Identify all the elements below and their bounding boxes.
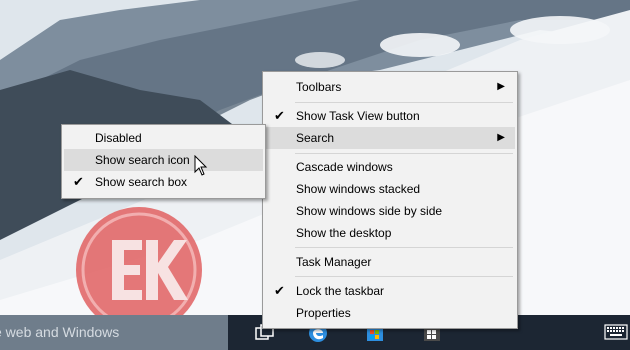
menu-item-label: Search (296, 131, 335, 145)
menu-item-search[interactable]: Search ▶ (265, 127, 515, 149)
keyboard-icon[interactable] (604, 323, 628, 341)
checkmark-icon: ✔ (73, 174, 84, 189)
menu-item-label: Show Task View button (296, 109, 420, 123)
menu-item-label: Cascade windows (296, 160, 393, 174)
submenu-arrow-icon: ▶ (497, 132, 505, 143)
menu-separator (295, 247, 513, 248)
menu-item-lock-the-taskbar[interactable]: ✔ Lock the taskbar (265, 280, 515, 302)
submenu-item-show-search-box[interactable]: ✔ Show search box (64, 171, 263, 193)
menu-item-label: Show windows stacked (296, 182, 421, 196)
submenu-arrow-icon: ▶ (497, 81, 505, 92)
checkmark-icon: ✔ (274, 108, 285, 123)
menu-item-label: Show the desktop (296, 226, 392, 240)
menu-item-label: Lock the taskbar (296, 284, 385, 298)
checkmark-icon: ✔ (274, 283, 285, 298)
taskbar-context-menu: Toolbars ▶ ✔ Show Task View button Searc… (262, 71, 518, 329)
menu-item-show-the-desktop[interactable]: Show the desktop (265, 222, 515, 244)
menu-item-show-task-view-button[interactable]: ✔ Show Task View button (265, 105, 515, 127)
menu-item-label: Show search box (95, 175, 188, 189)
menu-separator (295, 276, 513, 277)
taskbar-search-box[interactable]: e web and Windows (0, 315, 228, 350)
menu-item-show-windows-side-by-side[interactable]: Show windows side by side (265, 200, 515, 222)
menu-item-label: Toolbars (296, 80, 342, 94)
menu-item-label: Properties (296, 306, 351, 320)
menu-item-toolbars[interactable]: Toolbars ▶ (265, 76, 515, 98)
menu-item-label: Disabled (95, 131, 142, 145)
search-submenu: Disabled Show search icon ✔ Show search … (61, 124, 266, 199)
menu-item-properties[interactable]: Properties (265, 302, 515, 324)
menu-item-label: Task Manager (296, 255, 372, 269)
menu-item-task-manager[interactable]: Task Manager (265, 251, 515, 273)
menu-item-label: Show search icon (95, 153, 190, 167)
submenu-item-show-search-icon[interactable]: Show search icon (64, 149, 263, 171)
menu-separator (295, 102, 513, 103)
menu-item-label: Show windows side by side (296, 204, 443, 218)
mouse-cursor-icon (194, 155, 208, 176)
menu-item-show-windows-stacked[interactable]: Show windows stacked (265, 178, 515, 200)
search-placeholder: e web and Windows (0, 324, 120, 340)
menu-separator (295, 153, 513, 154)
submenu-item-disabled[interactable]: Disabled (64, 127, 263, 149)
menu-item-cascade-windows[interactable]: Cascade windows (265, 156, 515, 178)
